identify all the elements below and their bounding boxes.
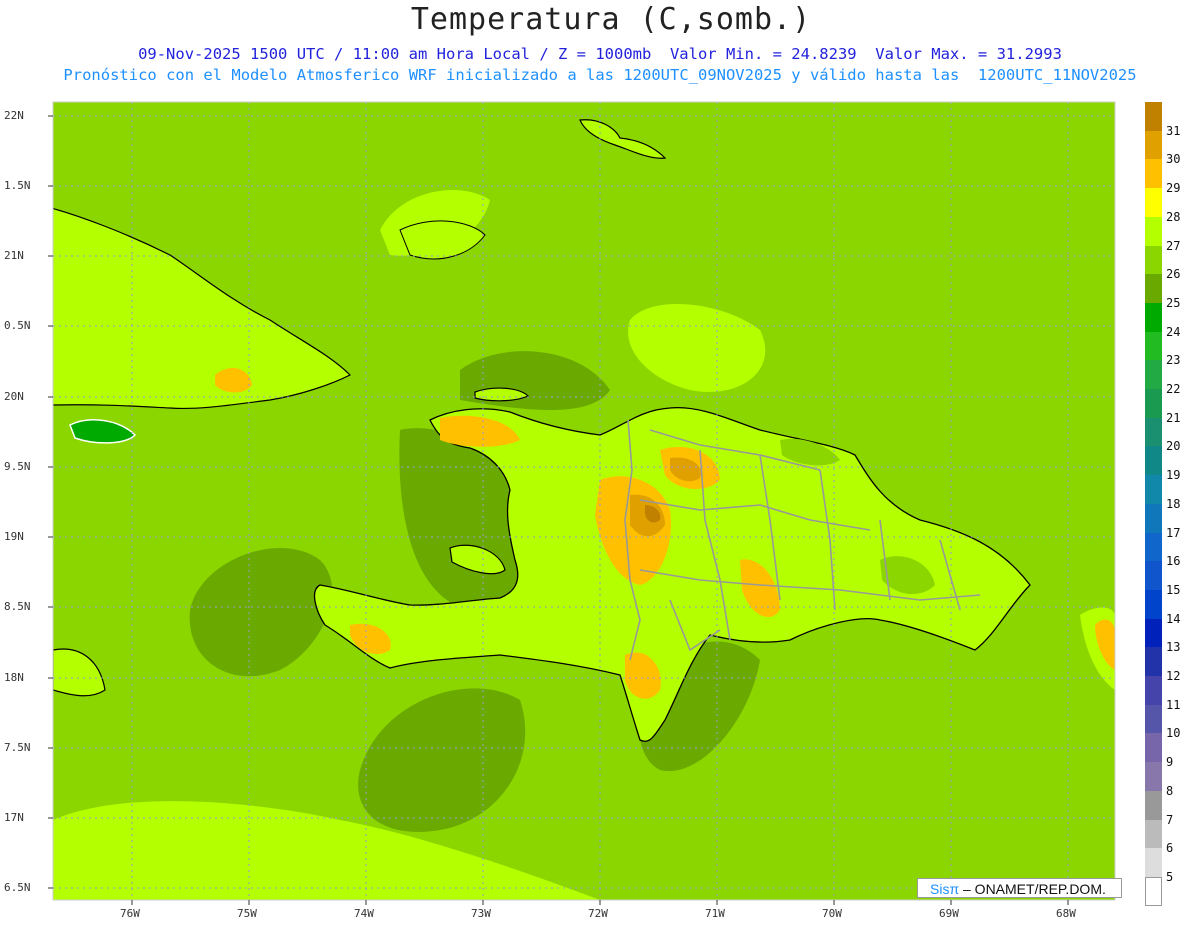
colorbar-label: 30 bbox=[1166, 152, 1181, 167]
colorbar-label: 26 bbox=[1166, 267, 1181, 282]
colorbar-label: 14 bbox=[1166, 611, 1181, 626]
lat-label: 20N bbox=[4, 390, 24, 403]
lon-label: 74W bbox=[354, 907, 374, 920]
colorbar-label: 17 bbox=[1166, 525, 1181, 540]
lat-label: 7.5N bbox=[4, 741, 31, 754]
colorbar-swatch bbox=[1145, 446, 1162, 476]
colorbar-label: 6 bbox=[1166, 841, 1174, 856]
colorbar-swatch bbox=[1145, 876, 1162, 907]
colorbar-swatch bbox=[1145, 532, 1162, 562]
colorbar-label: 15 bbox=[1166, 582, 1181, 597]
credit-box: Sisπ – ONAMET/REP.DOM. bbox=[917, 878, 1122, 898]
lon-label: 72W bbox=[588, 907, 608, 920]
colorbar-label: 18 bbox=[1166, 496, 1181, 511]
lat-label: 21N bbox=[4, 249, 24, 262]
colorbar-label: 5 bbox=[1166, 869, 1174, 884]
colorbar-swatch bbox=[1145, 647, 1162, 677]
lon-label: 71W bbox=[705, 907, 725, 920]
temperature-map bbox=[48, 101, 1116, 905]
lat-label: 6.5N bbox=[4, 881, 31, 894]
colorbar-label: 9 bbox=[1166, 755, 1174, 770]
lat-label: 18N bbox=[4, 671, 24, 684]
colorbar-label: 28 bbox=[1166, 209, 1181, 224]
colorbar-swatch bbox=[1145, 102, 1162, 132]
colorbar-label: 12 bbox=[1166, 669, 1181, 683]
colorbar-swatch bbox=[1145, 503, 1162, 533]
colorbar-label: 10 bbox=[1166, 726, 1181, 741]
lat-label: 0.5N bbox=[4, 319, 31, 332]
colorbar-swatch bbox=[1145, 848, 1162, 878]
colorbar-swatch bbox=[1145, 274, 1162, 304]
colorbar-label: 22 bbox=[1166, 382, 1181, 396]
colorbar-swatch bbox=[1145, 762, 1162, 792]
colorbar-label: 24 bbox=[1166, 324, 1181, 339]
colorbar-swatch bbox=[1145, 561, 1162, 591]
colorbar-swatch bbox=[1145, 475, 1162, 505]
colorbar-label: 25 bbox=[1166, 295, 1181, 310]
colorbar-swatch bbox=[1145, 245, 1162, 275]
colorbar-label: 21 bbox=[1166, 410, 1181, 425]
colorbar-swatch bbox=[1145, 360, 1162, 390]
colorbar-label: 20 bbox=[1166, 439, 1181, 454]
colorbar-label: 16 bbox=[1166, 554, 1181, 569]
colorbar-swatch bbox=[1145, 159, 1162, 189]
lat-label: 22N bbox=[4, 109, 24, 122]
lat-label: 9.5N bbox=[4, 460, 31, 473]
colorbar-swatch bbox=[1145, 130, 1162, 160]
colorbar-swatch bbox=[1145, 389, 1162, 419]
colorbar-swatch bbox=[1145, 589, 1162, 620]
colorbar-label: 31 bbox=[1166, 123, 1181, 138]
colorbar-swatch bbox=[1145, 302, 1162, 333]
colorbar-label: 7 bbox=[1166, 812, 1174, 827]
lon-label: 75W bbox=[237, 907, 257, 920]
colorbar-swatch bbox=[1145, 790, 1162, 820]
colorbar-label: 27 bbox=[1166, 238, 1181, 253]
credit-text: – ONAMET/REP.DOM. bbox=[963, 881, 1106, 897]
lon-label: 68W bbox=[1056, 907, 1076, 920]
colorbar-label: 8 bbox=[1166, 783, 1174, 798]
colorbar-label: 23 bbox=[1166, 353, 1181, 368]
colorbar-label: 19 bbox=[1166, 468, 1181, 483]
lon-label: 76W bbox=[120, 907, 140, 920]
lat-label: 8.5N bbox=[4, 600, 31, 613]
colorbar-swatch bbox=[1145, 216, 1162, 246]
colorbar-label: 13 bbox=[1166, 640, 1181, 655]
colorbar-swatch bbox=[1145, 819, 1162, 849]
colorbar-swatch bbox=[1145, 676, 1162, 706]
colorbar-swatch bbox=[1145, 733, 1162, 763]
lat-label: 1.5N bbox=[4, 179, 31, 192]
lon-label: 70W bbox=[822, 907, 842, 920]
lat-label: 19N bbox=[4, 530, 24, 543]
sispi-logo-text: Sisπ bbox=[930, 881, 960, 897]
colorbar-swatch bbox=[1145, 188, 1162, 218]
colorbar-swatch bbox=[1145, 704, 1162, 734]
lon-label: 69W bbox=[939, 907, 959, 920]
lon-label: 73W bbox=[471, 907, 491, 920]
colorbar-swatch bbox=[1145, 417, 1162, 447]
colorbar-label: 29 bbox=[1166, 181, 1181, 196]
colorbar-swatch bbox=[1145, 618, 1162, 648]
colorbar-label: 11 bbox=[1166, 697, 1181, 712]
lat-label: 17N bbox=[4, 811, 24, 824]
colorbar-swatch bbox=[1145, 331, 1162, 361]
